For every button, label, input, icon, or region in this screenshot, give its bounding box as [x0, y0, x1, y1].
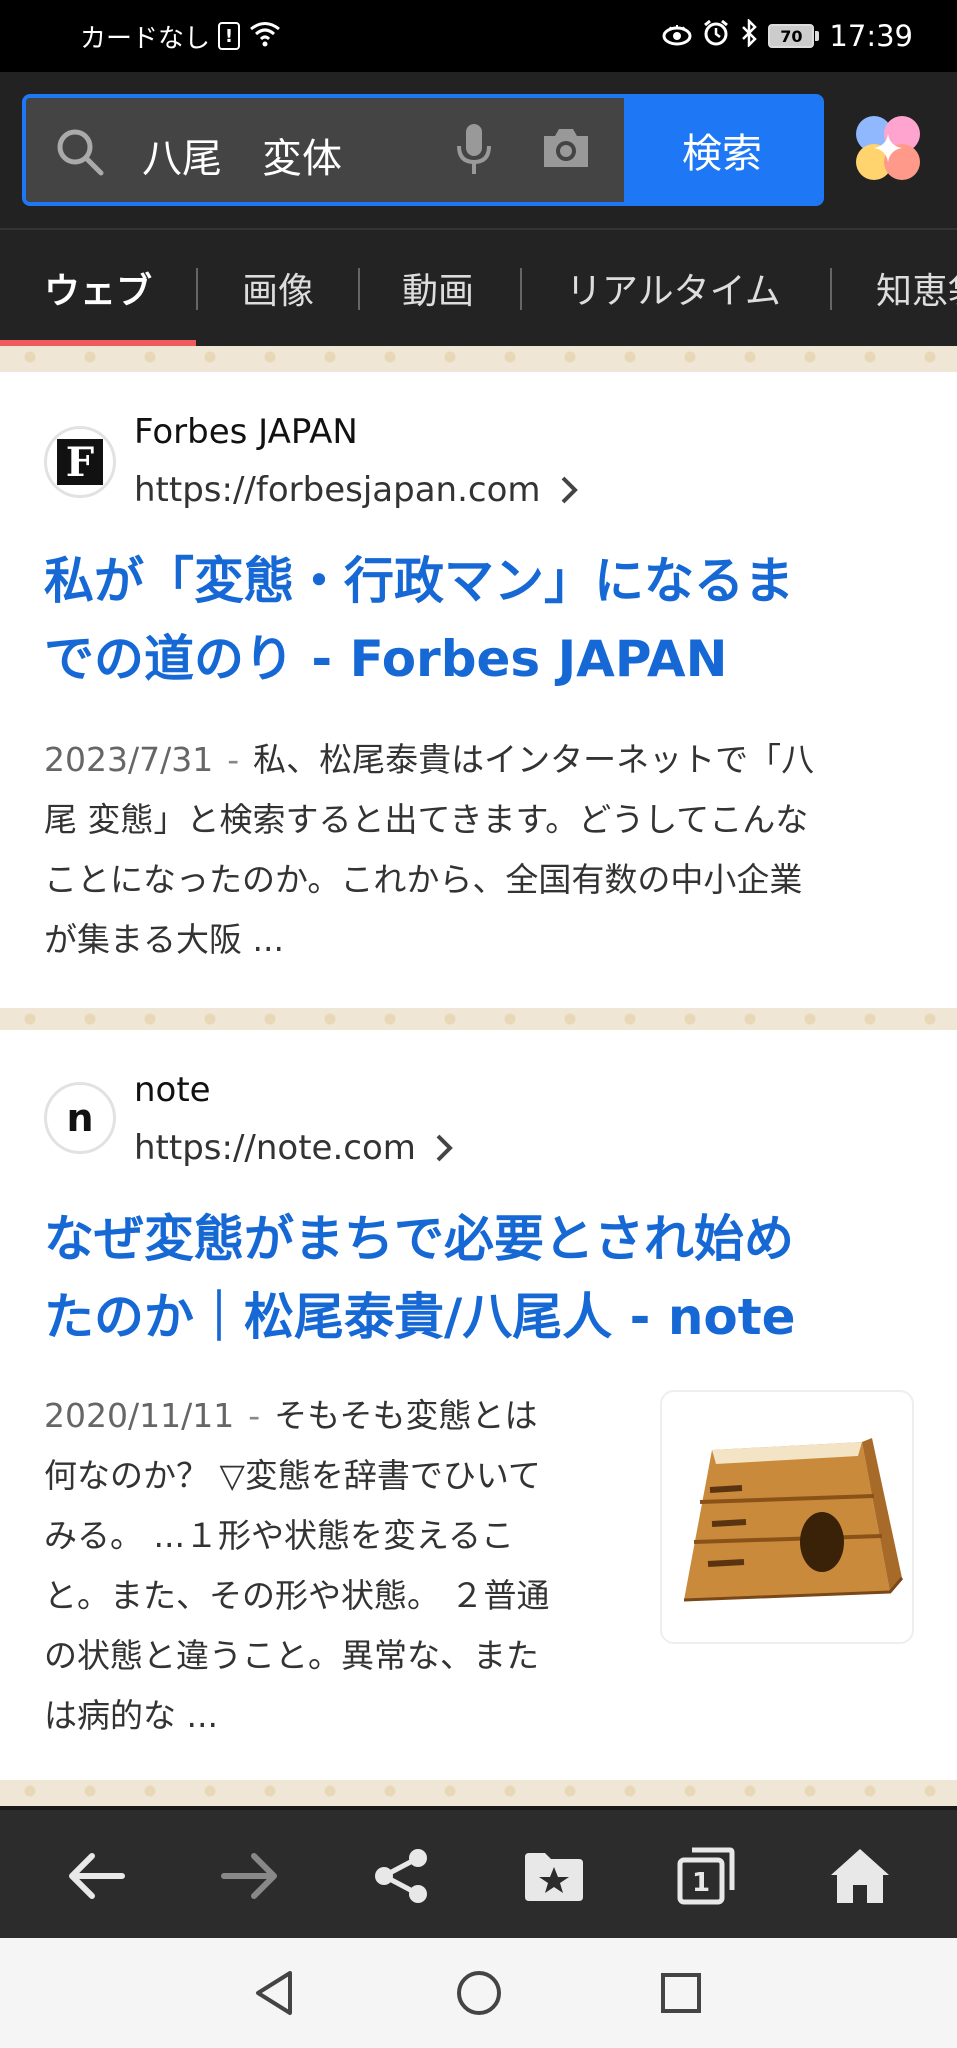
snippet-line: 尾 変態」と検索すると出てきます。どうしてこんな	[44, 800, 809, 839]
tab-videos[interactable]: 動画	[402, 260, 474, 316]
tab-divider	[196, 268, 198, 310]
result-title-link[interactable]: なぜ変態がまちで必要とされ始め たのか｜松尾泰貴/八尾人 - note	[44, 1200, 924, 1356]
snippet-line: 私、松尾泰貴はインターネットで「八	[253, 740, 815, 779]
note-favicon-icon: n	[44, 1082, 116, 1154]
tab-web[interactable]: ウェブ	[44, 260, 152, 316]
site-url: https://note.com	[134, 1128, 416, 1168]
background-pattern	[0, 346, 957, 372]
search-header: 八尾 変体 検索	[0, 72, 957, 228]
eye-comfort-icon	[662, 19, 692, 53]
snippet-line: みる。 ...１形や状態を変えるこ	[44, 1516, 514, 1555]
result-card: F Forbes JAPAN https://forbesjapan.com 私…	[0, 372, 957, 1008]
search-icon	[54, 126, 106, 182]
battery-level: 70	[768, 24, 815, 48]
ai-assistant-icon[interactable]	[852, 112, 924, 188]
status-bar: カードなし ! 70 17:39	[0, 0, 957, 72]
site-name: note	[134, 1070, 211, 1110]
nav-home-icon[interactable]	[444, 1958, 514, 2028]
site-name: Forbes JAPAN	[134, 412, 358, 452]
forbes-favicon-icon: F	[44, 426, 116, 498]
background-pattern	[0, 1780, 957, 1806]
snippet-line: 何なのか？ ▽変態を辞書でひいて	[44, 1456, 541, 1495]
result-title-link[interactable]: 私が「変態・行政マン」になるま での道のり - Forbes JAPAN	[44, 542, 924, 698]
tab-divider	[358, 268, 360, 310]
site-url-link[interactable]: https://forbesjapan.com	[134, 470, 579, 510]
chevron-right-icon	[561, 476, 578, 504]
result-card: n note https://note.com なぜ変態がまちで必要とされ始め …	[0, 1030, 957, 1780]
result-title-line: たのか｜松尾泰貴/八尾人 - note	[44, 1288, 796, 1346]
snippet-line: は病的な ...	[44, 1696, 218, 1735]
result-title-line: 私が「変態・行政マン」になるま	[44, 552, 794, 610]
tab-divider	[520, 268, 522, 310]
camera-icon[interactable]	[540, 126, 592, 174]
result-title-line: なぜ変態がまちで必要とされ始め	[44, 1210, 794, 1268]
result-date: 2023/7/31	[44, 740, 214, 779]
bookmark-folder-icon[interactable]	[516, 1838, 592, 1914]
clock-time: 17:39	[829, 19, 913, 53]
microphone-icon[interactable]	[454, 122, 494, 182]
result-snippet: 2020/11/11- そもそも変態とは 何なのか？ ▽変態を辞書でひいて みる。…	[44, 1386, 644, 1746]
result-date: 2020/11/11	[44, 1396, 235, 1435]
tab-divider	[830, 268, 832, 310]
search-query: 八尾 変体	[142, 136, 342, 182]
result-title-line: での道のり - Forbes JAPAN	[44, 630, 728, 688]
bottom-toolbar: 1	[0, 1806, 957, 1938]
site-url-link[interactable]: https://note.com	[134, 1128, 454, 1168]
search-input[interactable]: 八尾 変体	[26, 98, 624, 202]
snippet-line: ことになったのか。これから、全国有数の中小企業	[44, 860, 803, 899]
site-url: https://forbesjapan.com	[134, 470, 541, 510]
tab-images[interactable]: 画像	[242, 260, 314, 316]
nav-back-icon[interactable]	[240, 1958, 310, 2028]
vaulting-box-image	[683, 1438, 904, 1602]
share-icon[interactable]	[364, 1838, 440, 1914]
result-snippet: 2023/7/31- 私、松尾泰貴はインターネットで「八 尾 変態」と検索すると出…	[44, 730, 814, 970]
snippet-line: そもそも変態とは	[274, 1396, 538, 1435]
wifi-icon	[248, 18, 282, 55]
home-icon[interactable]	[822, 1838, 898, 1914]
forward-arrow-icon[interactable]	[212, 1838, 288, 1914]
battery-icon: 70	[768, 24, 820, 48]
snippet-line: が集まる大阪 ...	[44, 920, 284, 959]
nav-recents-icon[interactable]	[646, 1958, 716, 2028]
background-pattern	[0, 1008, 957, 1030]
bluetooth-icon	[740, 17, 758, 54]
search-box: 八尾 変体 検索	[22, 94, 824, 206]
snippet-line: と。また、その形や状態。 ２普通	[44, 1576, 550, 1615]
back-arrow-icon[interactable]	[58, 1838, 134, 1914]
search-button[interactable]: 検索	[624, 98, 820, 202]
result-thumbnail[interactable]	[660, 1390, 914, 1644]
sim-alert-icon: !	[218, 22, 241, 50]
chevron-right-icon	[436, 1134, 453, 1162]
system-navigation-bar	[0, 1938, 957, 2048]
alarm-icon	[702, 19, 730, 54]
tab-realtime[interactable]: リアルタイム	[566, 260, 781, 316]
tabs-count: 1	[692, 1868, 710, 1898]
snippet-line: の状態と違うこと。異常な、また	[44, 1636, 539, 1675]
tab-chiebukuro[interactable]: 知恵袋	[876, 260, 957, 316]
carrier-label: カードなし	[80, 23, 211, 54]
search-tabs: ウェブ 画像 動画 リアルタイム 知恵袋	[0, 228, 957, 346]
tabs-switcher-icon[interactable]: 1	[668, 1838, 744, 1914]
